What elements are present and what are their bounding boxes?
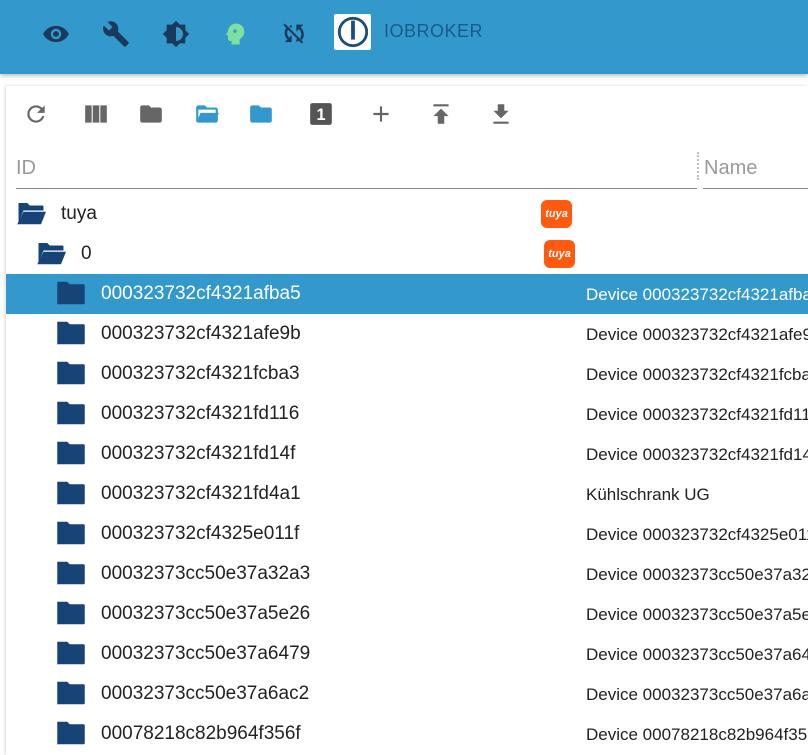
folder-icon: [57, 561, 85, 585]
tuya-adapter-icon: tuya: [541, 200, 572, 228]
folder-open-icon[interactable]: [189, 96, 225, 132]
folder-blue-icon[interactable]: [243, 96, 279, 132]
folder-icon: [57, 681, 85, 705]
tree-row-device[interactable]: 000323732cf4321fd116 Device 000323732cf43…: [6, 394, 808, 434]
tree-row-id: tuya: [61, 203, 97, 224]
tree-row-id: 000323732cf4321afba5: [101, 283, 301, 304]
folder-icon: [57, 601, 85, 625]
tree-row-name: Device 00032373cc50e37a5e26: [586, 605, 808, 624]
tree-row-id: 00032373cc50e37a5e26: [101, 603, 311, 624]
tree-row-name: Device 000323732cf4321fd14f: [586, 445, 808, 464]
tree-row-device[interactable]: 00032373cc50e37a5e26 Device 00032373cc50e…: [6, 594, 808, 634]
folder-icon[interactable]: [133, 96, 169, 132]
folder-icon: [57, 641, 85, 665]
tree-row-id: 000323732cf4321fd14f: [101, 443, 296, 464]
app-bar: IOBROKER: [0, 0, 808, 74]
tree-row-name: Device 000323732cf4325e011f: [586, 525, 808, 544]
refresh-icon[interactable]: [18, 96, 54, 132]
tree-row-id: 00032373cc50e37a32a3: [101, 563, 311, 584]
iobroker-logo: [334, 14, 371, 50]
tree-row-id: 000323732cf4321fcba3: [101, 363, 300, 384]
id-filter-input[interactable]: ID: [16, 150, 697, 189]
tree-row-tuya[interactable]: tuya tuya: [6, 194, 808, 234]
tree-row-name: Device 000323732cf4321afe9b: [586, 325, 808, 344]
columns-icon[interactable]: [78, 96, 114, 132]
tree-row-id: 0: [81, 243, 92, 264]
eye-icon[interactable]: [36, 14, 76, 54]
tree-row-device[interactable]: 00078218c82b964f356f Device 00078218c82b9…: [6, 714, 808, 754]
tree-row-name: Device 00032373cc50e37a6ac2: [586, 685, 808, 704]
name-column-label: Name: [704, 157, 758, 179]
folder-icon: [57, 721, 85, 745]
number-one-icon[interactable]: 1: [303, 96, 339, 132]
brand-title: IOBROKER: [384, 21, 484, 41]
tree-row-device[interactable]: 000323732cf4321afe9b Device 000323732cf43…: [6, 314, 808, 354]
folder-open-icon: [17, 203, 46, 225]
brightness-icon[interactable]: [156, 14, 196, 54]
folder-icon: [57, 401, 85, 425]
name-filter-input[interactable]: Name: [703, 150, 808, 189]
tree-row-instance[interactable]: 0 tuya: [6, 234, 808, 274]
add-icon[interactable]: [363, 96, 399, 132]
tree-row-device[interactable]: 000323732cf4321fd14f Device 000323732cf43…: [6, 434, 808, 474]
folder-icon: [57, 361, 85, 385]
tree-row-device[interactable]: 00032373cc50e37a6ac2 Device 00032373cc50e…: [6, 674, 808, 714]
tree-row-device[interactable]: 00032373cc50e37a6479 Device 00032373cc50e…: [6, 634, 808, 674]
folder-icon: [57, 481, 85, 505]
expert-mode-icon[interactable]: [215, 14, 255, 54]
tree-row-id: 00032373cc50e37a6ac2: [101, 683, 310, 704]
tree-row-name: Device 000323732cf4321fd116: [586, 405, 808, 424]
upload-icon[interactable]: [423, 96, 459, 132]
tree-row-device[interactable]: 000323732cf4321fcba3 Device 000323732cf43…: [6, 354, 808, 394]
tree-row-device[interactable]: 00032373cc50e37a32a3 Device 00032373cc50e…: [6, 554, 808, 594]
sync-disabled-icon[interactable]: [274, 14, 314, 54]
folder-icon: [57, 521, 85, 545]
tree-row-name: Kühlschrank UG: [586, 485, 710, 504]
tree-row-id: 000323732cf4321afe9b: [101, 323, 301, 344]
tuya-adapter-icon: tuya: [544, 240, 575, 268]
tree-row-id: 00032373cc50e37a6479: [101, 643, 311, 664]
id-column-label: ID: [16, 157, 36, 179]
tree-row-name: Device 00078218c82b964f356f: [586, 725, 808, 744]
tree-row-id: 00078218c82b964f356f: [101, 723, 301, 744]
tree-row-id: 000323732cf4321fd4a1: [101, 483, 301, 504]
tree-row-name: Device 00032373cc50e37a32a3: [586, 565, 808, 584]
svg-text:1: 1: [316, 106, 325, 124]
tree-row-device[interactable]: 000323732cf4325e011f Device 000323732cf43…: [6, 514, 808, 554]
wrench-icon[interactable]: [96, 14, 136, 54]
tree-row-device[interactable]: 000323732cf4321afba5 Device 000323732cf43…: [6, 274, 808, 314]
folder-icon: [57, 321, 85, 345]
column-resize-handle[interactable]: [697, 152, 699, 180]
folder-open-icon: [37, 243, 66, 265]
tree-row-id: 000323732cf4321fd116: [101, 403, 300, 424]
tree-row-id: 000323732cf4325e011f: [101, 523, 300, 544]
tree-row-name: Device 000323732cf4321fcba3: [586, 365, 808, 384]
folder-icon: [57, 281, 85, 305]
download-icon[interactable]: [483, 96, 519, 132]
tree-row-device[interactable]: 000323732cf4321fd4a1 Kühlschrank UG: [6, 474, 808, 514]
tree-row-name: Device 000323732cf4321afba5: [586, 285, 808, 304]
folder-icon: [57, 441, 85, 465]
tree-row-name: Device 00032373cc50e37a6479: [586, 645, 808, 664]
